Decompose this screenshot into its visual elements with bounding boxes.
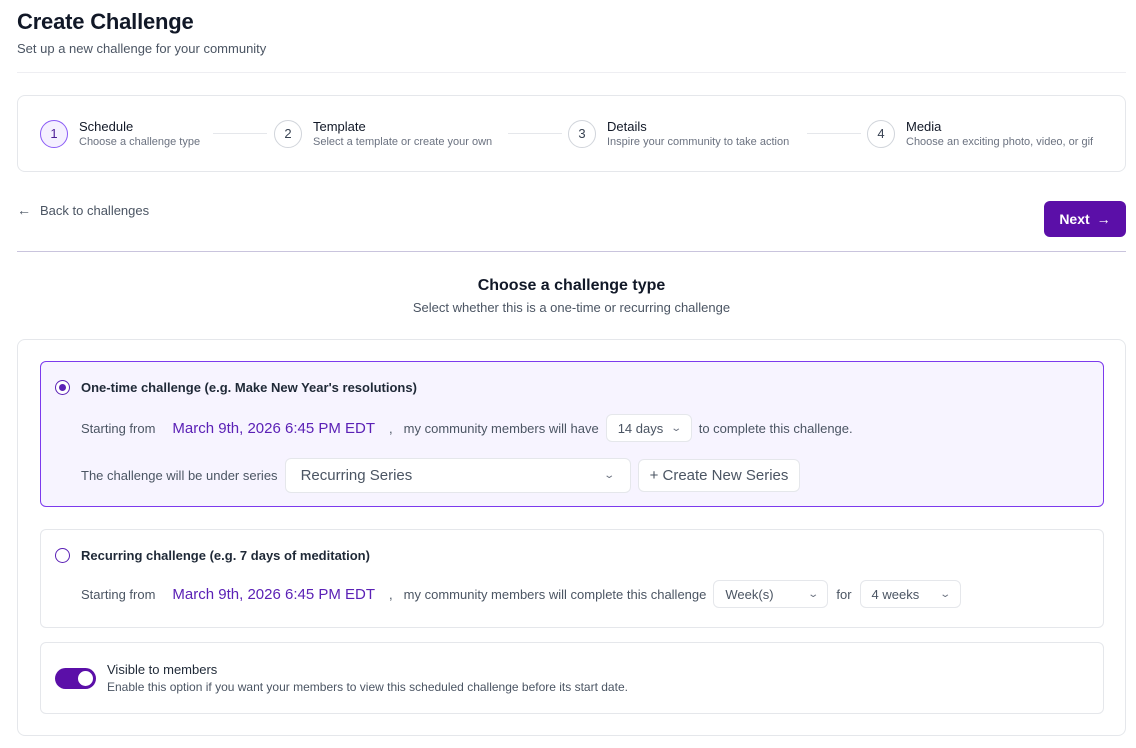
comma-separator: , — [389, 420, 393, 436]
recurring-challenge-option[interactable]: Recurring challenge (e.g. 7 days of medi… — [40, 529, 1104, 628]
start-date-picker[interactable]: March 9th, 2026 6:45 PM EDT — [172, 586, 375, 603]
step-details[interactable]: 3 Details Inspire your community to take… — [568, 96, 789, 171]
challenge-type-panel: One-time challenge (e.g. Make New Year's… — [17, 339, 1126, 736]
recurring-radio[interactable] — [55, 548, 70, 563]
back-link-label: Back to challenges — [40, 202, 150, 218]
back-to-challenges-link[interactable]: ← Back to challenges — [17, 202, 149, 218]
recurring-title: Recurring challenge (e.g. 7 days of medi… — [81, 548, 370, 563]
visibility-title: Visible to members — [107, 662, 218, 677]
starting-from-label: Starting from — [81, 420, 156, 436]
series-row: The challenge will be under series Recur… — [81, 458, 801, 493]
section-divider — [17, 251, 1126, 252]
duration-select[interactable]: 14 days ⌄ — [605, 414, 692, 442]
page-subtitle: Set up a new challenge for your communit… — [17, 41, 267, 56]
for-label: for — [836, 586, 852, 602]
next-button-label: Next — [1059, 211, 1090, 227]
chevron-down-icon: ⌄ — [670, 422, 683, 434]
step-description: Inspire your community to take action — [607, 135, 790, 148]
step-number: 1 — [40, 119, 68, 148]
frequency-select[interactable]: Week(s) ⌄ — [713, 580, 829, 608]
step-title: Details — [607, 118, 647, 134]
frequency-value: Week(s) — [725, 586, 774, 602]
one-time-challenge-option[interactable]: One-time challenge (e.g. Make New Year's… — [40, 361, 1104, 507]
arrow-left-icon: ← — [17, 202, 31, 218]
page-title: Create Challenge — [17, 9, 194, 34]
next-button[interactable]: Next → — [1044, 201, 1126, 237]
stepper: 1 Schedule Choose a challenge type 2 Tem… — [17, 95, 1126, 172]
recurring-schedule-row: Starting from March 9th, 2026 6:45 PM ED… — [81, 580, 961, 608]
section-subtitle: Select whether this is a one-time or rec… — [412, 300, 731, 315]
length-select[interactable]: 4 weeks ⌄ — [859, 580, 961, 608]
one-time-radio[interactable] — [55, 380, 70, 395]
step-connector — [807, 133, 861, 134]
step-schedule[interactable]: 1 Schedule Choose a challenge type — [40, 96, 200, 171]
step-template[interactable]: 2 Template Select a template or create y… — [274, 96, 492, 171]
create-new-series-button[interactable]: + Create New Series — [637, 459, 801, 492]
step-connector — [213, 133, 267, 134]
comma-separator: , — [389, 586, 393, 602]
one-time-title: One-time challenge (e.g. Make New Year's… — [81, 380, 417, 395]
visibility-description: Enable this option if you want your memb… — [107, 680, 628, 694]
top-divider — [17, 72, 1126, 73]
step-number: 4 — [867, 119, 895, 148]
series-label: The challenge will be under series — [81, 468, 278, 483]
section-title: Choose a challenge type — [477, 277, 666, 294]
one-time-schedule-row: Starting from March 9th, 2026 6:45 PM ED… — [81, 414, 853, 442]
visibility-option: Visible to members Enable this option if… — [40, 642, 1104, 714]
duration-value: 14 days — [617, 420, 664, 436]
length-value: 4 weeks — [871, 586, 920, 602]
complete-text: to complete this challenge. — [698, 420, 853, 436]
step-connector — [508, 133, 562, 134]
step-number: 3 — [568, 119, 596, 148]
chevron-down-icon: ⌄ — [807, 588, 820, 600]
step-title: Schedule — [79, 118, 134, 134]
members-text: my community members will have — [403, 420, 599, 436]
members-text: my community members will complete this … — [403, 586, 707, 602]
chevron-down-icon: ⌄ — [603, 470, 616, 481]
series-select[interactable]: Recurring Series ⌄ — [284, 458, 631, 493]
step-description: Choose a challenge type — [79, 135, 201, 148]
visible-to-members-toggle[interactable] — [55, 668, 96, 689]
step-media[interactable]: 4 Media Choose an exciting photo, video,… — [867, 96, 1093, 171]
series-value: Recurring Series — [300, 467, 413, 484]
arrow-right-icon: → — [1096, 211, 1111, 227]
starting-from-label: Starting from — [81, 586, 156, 602]
step-number: 2 — [274, 119, 302, 148]
start-date-picker[interactable]: March 9th, 2026 6:45 PM EDT — [172, 420, 375, 437]
chevron-down-icon: ⌄ — [939, 588, 952, 600]
step-title: Template — [313, 118, 366, 134]
step-title: Media — [906, 118, 942, 134]
step-description: Select a template or create your own — [313, 135, 493, 148]
step-description: Choose an exciting photo, video, or gif — [906, 135, 1094, 148]
